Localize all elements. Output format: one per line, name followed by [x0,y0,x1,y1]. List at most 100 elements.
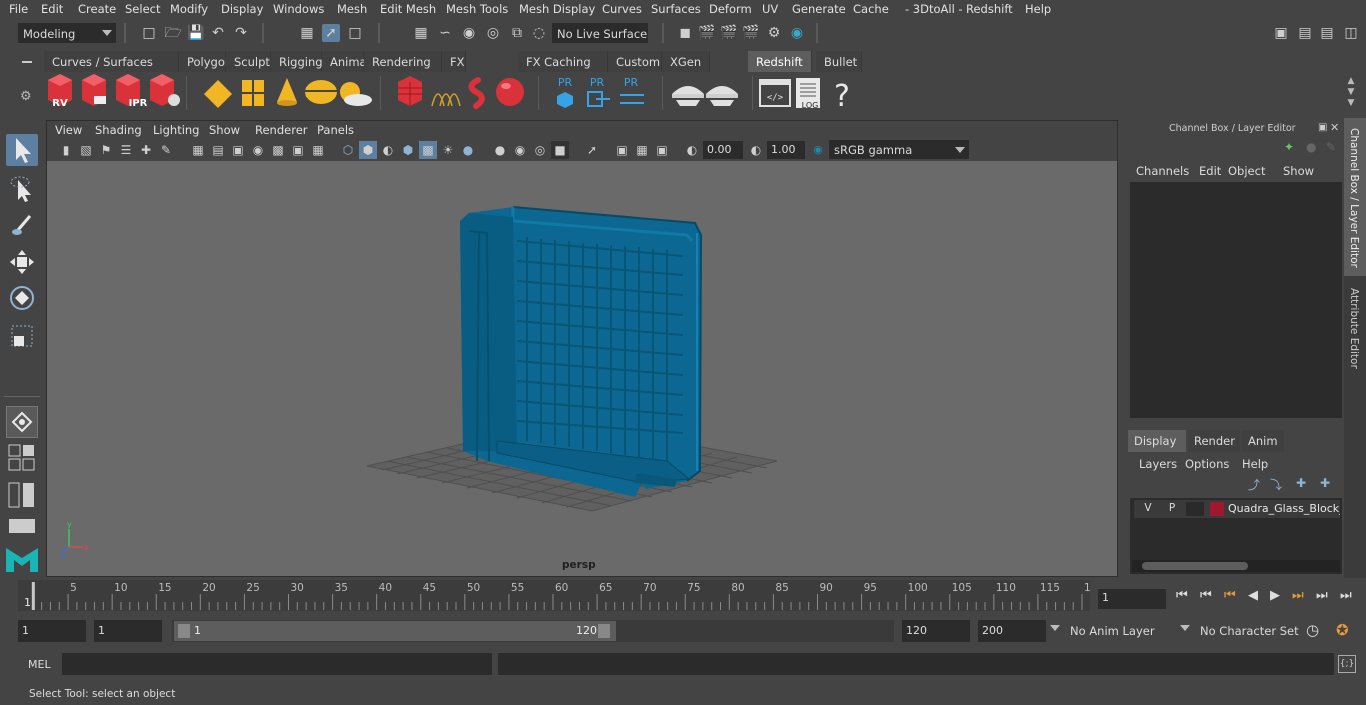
menu-create[interactable]: Create [78,2,116,16]
go-to-start-icon[interactable]: ⏮ [1176,588,1188,603]
rs-script-icon[interactable]: </> [759,79,791,107]
motion-blur-icon[interactable]: ● [491,141,509,159]
rs-bake-settings-icon[interactable] [706,86,738,106]
wireframe-icon[interactable]: ⬡ [339,141,357,159]
scene-start-field[interactable]: 1 [18,620,86,642]
select-component-icon[interactable]: □ [346,24,364,42]
layer-color-swatch[interactable] [1210,502,1224,516]
quick-layout-side-icon[interactable] [8,482,36,510]
resolution-gate-icon[interactable]: ▣ [229,141,247,159]
anti-aliasing-icon[interactable]: ◉ [511,141,529,159]
go-to-end-icon[interactable]: ⏭ [1340,588,1352,603]
select-object-icon[interactable]: ➚ [322,24,340,42]
layer-scroll-thumb[interactable] [1142,562,1248,570]
layer-row[interactable]: V P Quadra_Glass_Block_B [1134,500,1340,518]
ipr-render-icon[interactable]: 🎬 [742,24,760,42]
shelf-tab-bullet[interactable]: Bullet [816,51,862,72]
camera-select-icon[interactable]: ▮ [57,141,75,159]
range-slider-handle[interactable]: 1 120 [174,621,616,641]
smooth-shade-icon[interactable]: ⬢ [359,141,377,159]
exposure-field[interactable]: 0.00 [703,141,743,159]
pr-sync-icon[interactable]: PR [620,76,644,104]
move-layer-down-icon[interactable]: ⤵ [1270,476,1282,493]
exposure-icon[interactable]: ◐ [683,141,701,159]
frame-all-icon[interactable]: ▣ [653,141,671,159]
undo-icon[interactable]: ↶ [209,24,227,42]
menu-surfaces[interactable]: Surfaces [651,2,701,16]
make-live-icon[interactable]: ◌ [530,24,548,42]
current-frame-field[interactable]: 1 [1098,589,1166,609]
scene-end-field[interactable]: 200 [978,620,1046,642]
layer-visibility-toggle[interactable]: V [1140,502,1156,516]
isolate-select-icon[interactable]: ■ [551,141,569,159]
render-view-icon[interactable]: RV [48,74,72,109]
rs-light-ies-icon[interactable] [305,80,337,104]
viewport-menu-view[interactable]: View [55,123,82,137]
use-all-lights-icon[interactable]: ▩ [419,141,437,159]
menu-cache[interactable]: Cache [853,2,889,16]
field-chart-icon[interactable]: ▩ [269,141,287,159]
shelf-tab-curves-surfaces[interactable]: Curves / Surfaces [44,51,179,72]
live-surface-field[interactable]: No Live Surface [552,23,648,43]
menu-3dtoall[interactable]: - 3DtoAll - [905,2,963,16]
anim-layer-dropdown-arrow[interactable] [1050,625,1060,631]
viewport-menu-panels[interactable]: Panels [317,123,354,137]
snap-view-icon[interactable]: ◎ [484,24,502,42]
shelf-scroll-arrows[interactable]: ▲ ▼ ▼ [1344,76,1358,112]
cb-sync-icon[interactable]: ● [1306,140,1316,154]
gamma-icon[interactable]: ◐ [747,141,765,159]
menu-uv[interactable]: UV [762,2,778,16]
rotate-tool-icon[interactable] [6,282,38,314]
screen-space-ao-icon[interactable]: ● [459,141,477,159]
open-scene-icon[interactable]: 🗁 [164,24,182,42]
layer-menu-help[interactable]: Help [1242,457,1268,471]
rs-proxy-icon[interactable] [398,76,422,106]
menu-display[interactable]: Display [221,2,263,16]
side-tab-attribute-editor[interactable]: Attribute Editor [1344,280,1366,380]
history-icon[interactable]: ◼ [676,24,694,42]
lasso-tool-icon[interactable] [6,172,38,204]
shelf-tab-custom[interactable]: Custom [608,51,662,72]
shelf-tab-polygons[interactable]: Polygons [179,51,238,72]
menu-windows[interactable]: Windows [273,2,324,16]
shadows-icon[interactable]: ☀ [439,141,457,159]
film-gate-icon[interactable]: ▤ [209,141,227,159]
character-set-dropdown-arrow[interactable] [1180,625,1190,631]
select-hierarchy-icon[interactable]: ▦ [298,24,316,42]
snap-point-icon[interactable]: ◉ [460,24,478,42]
viewport-menu-shading[interactable]: Shading [95,123,142,137]
snap-grid-icon[interactable]: ▦ [412,24,430,42]
new-scene-icon[interactable]: □ [140,24,158,42]
move-tool-icon[interactable] [6,246,38,278]
layer-menu-options[interactable]: Options [1185,457,1229,471]
rs-light-spot-icon[interactable] [277,78,297,106]
quick-layout-four-icon[interactable] [8,444,36,472]
grid-toggle-icon[interactable]: ▦ [189,141,207,159]
textured-icon[interactable]: ⬢ [399,141,417,159]
close-panel-icon[interactable]: ✕ [1330,121,1339,134]
color-management-icon[interactable]: ◉ [809,141,827,159]
grease-pencil-icon[interactable]: ✎ [157,141,175,159]
channel-list[interactable] [1130,182,1342,418]
animation-preferences-icon[interactable]: ✪ [1336,621,1349,639]
snap-surface-icon[interactable]: ⧉ [508,24,526,42]
command-language-label[interactable]: MEL [28,658,51,671]
anim-layer-dropdown[interactable]: No Anim Layer [1066,620,1172,642]
camera-attributes-icon[interactable]: ▧ [77,141,95,159]
bookmark-icon[interactable]: ⚑ [97,141,115,159]
character-set-dropdown[interactable]: No Character Set [1196,620,1300,642]
render-clapper-icon[interactable]: 🎬 [720,24,738,42]
hypershade-icon[interactable]: ◉ [788,24,806,42]
safe-action-icon[interactable]: ▣ [289,141,307,159]
channel-menu-object[interactable]: Object [1228,164,1265,178]
shelf-tab-redshift[interactable]: Redshift [748,51,812,72]
render-settings-icon[interactable]: ⚙ [765,24,783,42]
current-time-indicator[interactable] [31,582,35,610]
shelf-tab-fx-caching[interactable]: FX Caching [518,51,608,72]
menu-help[interactable]: Help [1025,2,1051,16]
attribute-panel-icon[interactable]: ▤ [1318,24,1336,42]
rs-light-quad-icon[interactable] [204,80,232,108]
channel-menu-show[interactable]: Show [1283,164,1314,178]
panel-layout-icon[interactable]: ▤ [1296,24,1314,42]
shelf-tab-xgen[interactable]: XGen [662,51,710,72]
